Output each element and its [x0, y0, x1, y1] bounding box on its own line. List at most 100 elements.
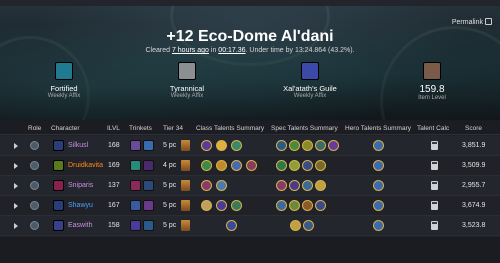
hero-talent-icon[interactable] [373, 220, 384, 231]
class-talent-icon[interactable] [216, 180, 227, 191]
hero-talent-icon[interactable] [373, 180, 384, 191]
affix-xalataths-guile[interactable]: Xal'atath's Guile Weekly Affix [280, 62, 340, 99]
role-icon [30, 141, 39, 150]
class-talent-icon[interactable] [246, 160, 257, 171]
page-title: +12 Eco-Dome Al'dani [166, 28, 334, 45]
tier-count: 5 pc [163, 202, 177, 209]
spec-talent-icon[interactable] [276, 160, 287, 171]
hero-talent-icon[interactable] [373, 200, 384, 211]
spec-talent-icon[interactable] [276, 140, 287, 151]
column-ilvl[interactable]: ILVL [107, 125, 120, 132]
talent-calculator-icon[interactable] [431, 181, 438, 190]
spec-talent-icon[interactable] [289, 180, 300, 191]
cleared-time-link[interactable]: 7 hours ago [172, 47, 209, 54]
class-talent-icon[interactable] [201, 200, 212, 211]
character-name[interactable]: Easwith [68, 222, 93, 229]
expand-chevron-icon[interactable] [14, 223, 18, 229]
table-row[interactable]: Easwith 158 5 pc 3,523.8 [0, 216, 500, 236]
class-talent-icon[interactable] [216, 200, 227, 211]
run-summary: Cleared 7 hours ago in 00:17.36. Under t… [145, 47, 355, 54]
spec-talent-icon[interactable] [315, 180, 326, 191]
spec-talent-icon[interactable] [315, 200, 326, 211]
column-class-talents[interactable]: Class Talents Summary [196, 125, 264, 132]
role-icon [30, 181, 39, 190]
spec-talent-icon[interactable] [328, 140, 339, 151]
affix-fortified[interactable]: Fortified Weekly Affix [44, 62, 84, 99]
trinket-icon[interactable] [143, 200, 154, 211]
talent-calculator-icon[interactable] [431, 201, 438, 210]
spec-talent-icon[interactable] [303, 220, 314, 231]
spec-talent-icon[interactable] [302, 140, 313, 151]
trinket-icon[interactable] [143, 140, 154, 151]
item-level-icon [423, 62, 441, 80]
talent-calculator-icon[interactable] [431, 221, 438, 230]
expand-chevron-icon[interactable] [14, 143, 18, 149]
column-trinkets[interactable]: Trinkets [129, 125, 152, 132]
column-tier[interactable]: Tier 34 [163, 125, 183, 132]
column-talent-calc[interactable]: Talent Calc [417, 125, 449, 132]
character-ilvl: 158 [108, 222, 120, 229]
external-link-icon [485, 18, 492, 25]
talent-calculator-icon[interactable] [431, 141, 438, 150]
table-row[interactable]: Shawyu 167 5 pc 3,674.9 [0, 196, 500, 216]
class-talent-icon[interactable] [226, 220, 237, 231]
column-spec-talents[interactable]: Spec Talents Summary [271, 125, 338, 132]
expand-chevron-icon[interactable] [14, 183, 18, 189]
trinket-icon[interactable] [143, 160, 154, 171]
trinket-icon[interactable] [130, 160, 141, 171]
talent-calculator-icon[interactable] [431, 161, 438, 170]
spec-talent-icon[interactable] [315, 140, 326, 151]
column-character[interactable]: Character [51, 125, 80, 132]
trinket-icon[interactable] [143, 220, 154, 231]
trinket-icon[interactable] [130, 140, 141, 151]
class-talent-icon[interactable] [231, 160, 242, 171]
spec-talent-icon[interactable] [315, 160, 326, 171]
table-row[interactable]: Druidkavita 169 4 pc 3,509.9 [0, 156, 500, 176]
spec-talent-icon[interactable] [302, 160, 313, 171]
expand-chevron-icon[interactable] [14, 163, 18, 169]
trinket-icon[interactable] [143, 180, 154, 191]
class-talent-icon[interactable] [231, 140, 242, 151]
permalink-link[interactable]: Permalink [452, 18, 492, 26]
tier-set-icon [181, 200, 190, 211]
class-talent-icon[interactable] [201, 180, 212, 191]
table-row[interactable]: Silkusl 168 5 pc 3,851.9 [0, 136, 500, 156]
character-name[interactable]: Silkusl [68, 142, 88, 149]
character-name[interactable]: Druidkavita [68, 162, 103, 169]
table-header: Role Character ILVL Trinkets Tier 34 Cla… [0, 121, 500, 135]
spec-talent-icon[interactable] [302, 200, 313, 211]
column-hero-talents[interactable]: Hero Talents Summary [345, 125, 411, 132]
spec-talent-icon[interactable] [302, 180, 313, 191]
trinket-icon[interactable] [130, 200, 141, 211]
fortified-icon [55, 62, 73, 80]
tier-count: 5 pc [163, 182, 177, 189]
hero-talent-icon[interactable] [373, 160, 384, 171]
class-talent-icon[interactable] [216, 140, 227, 151]
hero-talent-icon[interactable] [373, 140, 384, 151]
class-talent-icon[interactable] [231, 200, 242, 211]
column-score[interactable]: Score [465, 125, 482, 132]
character-name[interactable]: Sniparis [68, 182, 93, 189]
table-row[interactable]: Sniparis 137 5 pc 2,955.7 [0, 176, 500, 196]
score-value: 2,955.7 [462, 182, 486, 189]
class-talent-icon[interactable] [216, 160, 227, 171]
class-talent-icon[interactable] [201, 140, 212, 151]
affix-tyrannical[interactable]: Tyrannical Weekly Affix [165, 62, 209, 99]
trinket-icon[interactable] [130, 180, 141, 191]
column-role[interactable]: Role [28, 125, 41, 132]
spec-talent-icon[interactable] [276, 200, 287, 211]
class-icon [53, 160, 64, 171]
character-name[interactable]: Shawyu [68, 202, 93, 209]
spec-talent-icon[interactable] [276, 180, 287, 191]
expand-chevron-icon[interactable] [14, 203, 18, 209]
spec-talent-icon[interactable] [289, 140, 300, 151]
class-icon [53, 140, 64, 151]
spec-talent-icon[interactable] [289, 160, 300, 171]
trinket-icon[interactable] [130, 220, 141, 231]
spec-talent-icon[interactable] [290, 220, 301, 231]
run-duration-link[interactable]: 00:17.36 [218, 47, 245, 54]
spec-talent-icon[interactable] [289, 200, 300, 211]
tyrannical-icon [178, 62, 196, 80]
character-ilvl: 169 [108, 162, 120, 169]
class-talent-icon[interactable] [201, 160, 212, 171]
